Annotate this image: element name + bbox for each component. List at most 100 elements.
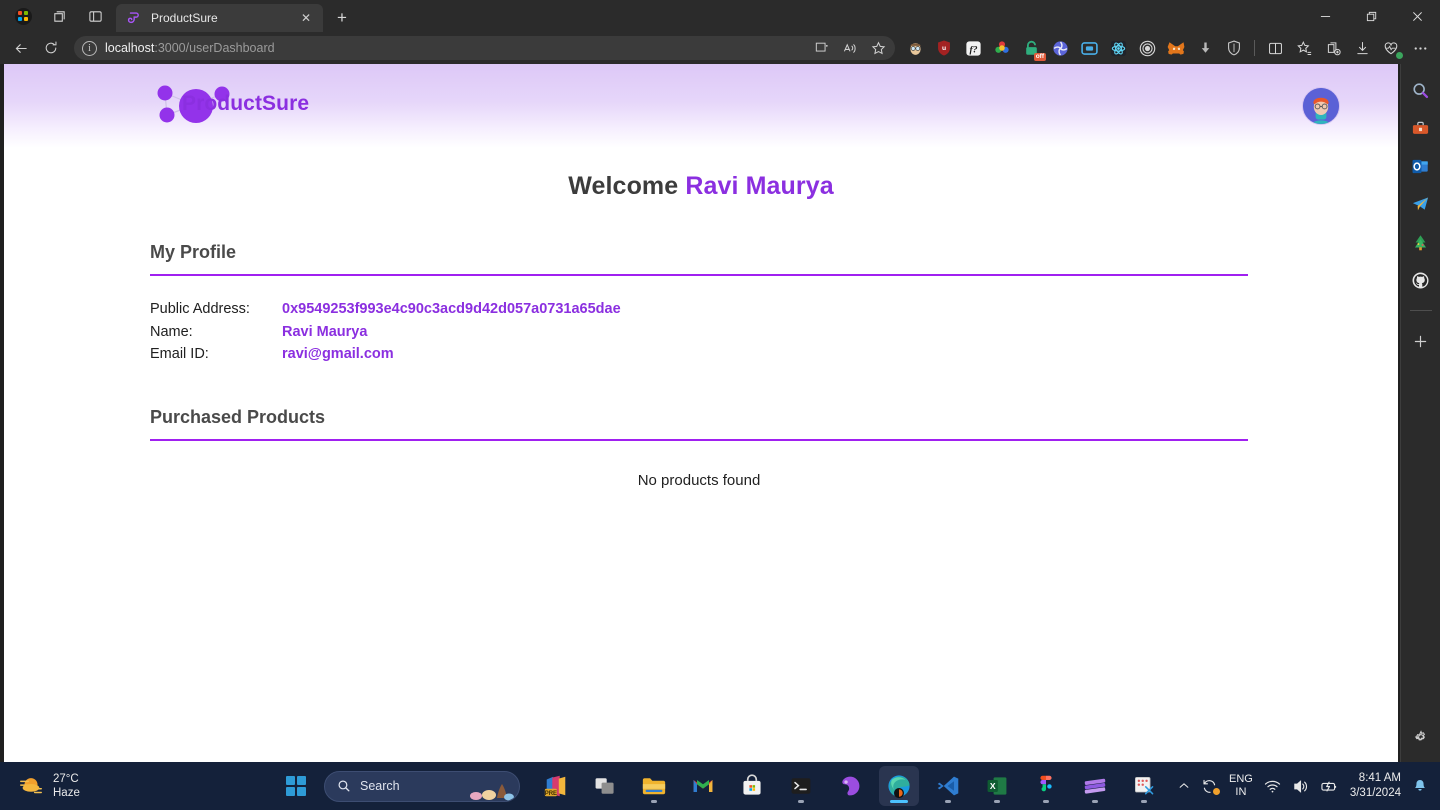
url-host: localhost (105, 41, 155, 55)
formula-extension-icon[interactable]: f? (959, 35, 987, 61)
browser-titlebar: ProductSure ✕ + (0, 0, 1440, 32)
profile-value-email: ravi@gmail.com (282, 346, 394, 362)
running-indicator (1043, 800, 1049, 803)
purchased-products-heading: Purchased Products (150, 406, 326, 427)
profile-label: Name: (150, 323, 193, 340)
volume-icon[interactable] (1292, 778, 1309, 795)
collections-icon[interactable] (1319, 35, 1347, 61)
file-explorer-taskbar-icon[interactable] (634, 766, 674, 806)
battery-icon[interactable] (1320, 778, 1339, 795)
excel-taskbar-icon[interactable]: X (977, 766, 1017, 806)
welcome-heading: Welcome Ravi Maurya (150, 172, 1252, 201)
split-screen-toolbar-icon[interactable] (1261, 35, 1289, 61)
site-logo[interactable]: ProductSure (152, 75, 352, 137)
notification-bell-icon[interactable] (1412, 778, 1428, 794)
wifi-icon[interactable] (1264, 778, 1281, 795)
metamask-extension-icon[interactable] (1162, 35, 1190, 61)
add-favorite-icon[interactable] (865, 37, 891, 59)
taskbar-search[interactable]: Search (324, 770, 520, 802)
vpn-off-extension-icon[interactable]: off (1017, 35, 1046, 61)
refresh-button[interactable] (36, 35, 66, 61)
window-restore-button[interactable] (1348, 0, 1394, 32)
update-badge (1212, 787, 1220, 795)
profile-row-name: Name: Ravi Maurya (150, 321, 1252, 344)
microsoft-store-taskbar-icon[interactable] (732, 766, 772, 806)
back-button[interactable] (6, 35, 36, 61)
new-tab-button[interactable]: + (327, 4, 357, 32)
weather-widget[interactable]: 27°C Haze (0, 772, 80, 800)
outlook-icon[interactable] (1406, 153, 1436, 179)
window-close-button[interactable] (1394, 0, 1440, 32)
profile-row-email: Email ID: ravi@gmail.com (150, 343, 1252, 366)
phone-link-taskbar-icon[interactable] (830, 766, 870, 806)
favorites-icon[interactable] (1290, 35, 1318, 61)
snipping-tool-taskbar-icon[interactable] (1124, 766, 1164, 806)
color-picker-extension-icon[interactable] (988, 35, 1016, 61)
language-indicator[interactable]: ENG IN (1229, 773, 1253, 799)
running-indicator (945, 800, 951, 803)
add-sidebar-app-icon[interactable] (1406, 328, 1436, 354)
toolbar-divider (1254, 40, 1255, 56)
browser-essentials-icon[interactable] (1377, 35, 1405, 61)
tab-close-icon[interactable]: ✕ (297, 9, 315, 27)
no-products-message: No products found (637, 471, 761, 489)
spiral-blue-extension-icon[interactable] (1046, 35, 1074, 61)
settings-and-more-icon[interactable] (1406, 35, 1434, 61)
split-screen-icon[interactable] (809, 37, 835, 59)
language-line2: IN (1235, 786, 1247, 798)
target-extension-icon[interactable] (1133, 35, 1161, 61)
office-pre-taskbar-icon[interactable]: PRE (536, 766, 576, 806)
task-view-taskbar-icon[interactable] (585, 766, 625, 806)
taskbar-apps: PRE X (536, 766, 1164, 806)
video-editor-taskbar-icon[interactable] (1075, 766, 1115, 806)
terminal-taskbar-icon[interactable] (781, 766, 821, 806)
taskbar-search-placeholder: Search (360, 779, 400, 793)
sidebar-settings-icon[interactable] (1406, 724, 1436, 750)
vscode-taskbar-icon[interactable] (928, 766, 968, 806)
downloads-icon[interactable] (1348, 35, 1376, 61)
profile-label: Public Address: (150, 301, 250, 317)
browser-tab[interactable]: ProductSure ✕ (116, 4, 323, 32)
svg-text:X: X (990, 781, 996, 791)
address-bar[interactable]: i localhost:3000/userDashboard (74, 36, 895, 60)
welcome-user-name: Ravi Maurya (685, 172, 834, 200)
screen-recorder-extension-icon[interactable] (1075, 35, 1103, 61)
telegram-icon[interactable] (1406, 191, 1436, 217)
windows-taskbar: 27°C Haze Search PRE X ENG IN 8:41 AM 3/… (0, 762, 1440, 810)
show-hidden-icons-button[interactable] (1178, 780, 1190, 792)
welcome-prefix: Welcome (568, 172, 679, 200)
edge-taskbar-icon[interactable] (879, 766, 919, 806)
shield-extension-icon[interactable] (1220, 35, 1248, 61)
my-profile-heading: My Profile (150, 242, 237, 262)
running-indicator (798, 800, 804, 803)
read-aloud-icon[interactable] (837, 37, 863, 59)
tab-favicon-icon (126, 10, 142, 26)
clock[interactable]: 8:41 AM 3/31/2024 (1350, 771, 1401, 801)
user-avatar[interactable] (1302, 87, 1340, 125)
ublock-origin-extension-icon[interactable]: u (930, 35, 958, 61)
start-button[interactable] (276, 766, 316, 806)
browser-toolbar: i localhost:3000/userDashboard u f? off (0, 32, 1440, 64)
tools-icon[interactable] (1406, 115, 1436, 141)
system-tray: ENG IN 8:41 AM 3/31/2024 (1178, 762, 1440, 810)
address-bar-url: localhost:3000/userDashboard (105, 41, 275, 55)
update-available-icon[interactable] (1201, 778, 1220, 795)
gmail-taskbar-icon[interactable] (683, 766, 723, 806)
page-content: Welcome Ravi Maurya My Profile Public Ad… (4, 172, 1398, 489)
games-tree-icon[interactable] (1406, 229, 1436, 255)
download-helper-extension-icon[interactable] (1191, 35, 1219, 61)
profile-face-extension-icon[interactable] (901, 35, 929, 61)
weather-condition: Haze (53, 787, 80, 799)
tab-search-icon[interactable] (42, 2, 76, 30)
svg-text:PRE: PRE (545, 791, 557, 797)
react-devtools-extension-icon[interactable] (1104, 35, 1132, 61)
site-information-icon[interactable]: i (82, 40, 97, 56)
clock-date: 3/31/2024 (1349, 787, 1401, 799)
github-icon[interactable] (1406, 267, 1436, 293)
profile-label: Email ID: (150, 346, 209, 362)
profile-value-public-address: 0x9549253f993e4c90c3acd9d42d057a0731a65d… (282, 301, 621, 317)
tab-actions-icon[interactable] (78, 2, 112, 30)
figma-taskbar-icon[interactable] (1026, 766, 1066, 806)
window-minimize-button[interactable] (1302, 0, 1348, 32)
search-icon[interactable] (1406, 77, 1436, 103)
